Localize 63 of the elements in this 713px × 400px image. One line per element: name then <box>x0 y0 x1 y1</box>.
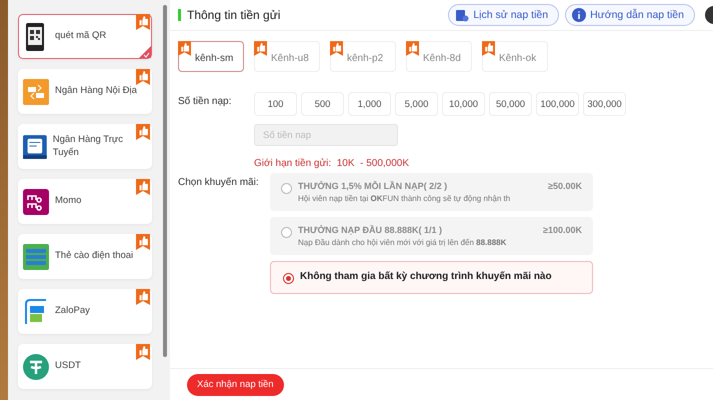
payment-method-item[interactable]: ZaloPay <box>18 289 152 334</box>
payment-method-label: Ngân Hàng Trực Tuyến <box>52 134 124 159</box>
promotion-title: Không tham gia bất kỳ chương trình khuyến mãi nào <box>300 271 553 282</box>
channel-tab[interactable]: Kênh-8d <box>406 41 472 72</box>
tether-coin-icon <box>23 354 49 380</box>
history-button[interactable]: Lịch sử nap tiền <box>448 4 560 26</box>
thumbs-up-badge-icon <box>406 41 419 56</box>
payment-method-label: USDT <box>55 360 82 373</box>
thumbs-up-badge-icon <box>136 234 150 250</box>
bank-transfer-icon <box>23 78 49 104</box>
clipboard-icon <box>455 8 470 22</box>
promotion-minimum: ≥100.00K <box>543 225 582 237</box>
promotion-title: THƯỞNG 1,5% MỖI LẦN NẠP( 2/2 ) <box>298 181 448 191</box>
payment-method-label: Thẻ cào điện thoai <box>55 250 134 263</box>
promotion-minimum: ≥50.00K <box>548 181 582 193</box>
amount-preset[interactable]: 100,000 <box>536 92 579 116</box>
promotion-description: Nạp Đầu dành cho hội viên mới với giá trị lên đến 88.888K <box>298 238 508 247</box>
amount-preset[interactable]: 1,000 <box>348 92 391 116</box>
promotion-option[interactable]: Không tham gia bất kỳ chương trình khuyến mãi nào <box>270 261 593 294</box>
amount-preset[interactable]: 10,000 <box>442 92 485 116</box>
promotion-description: Hội viên nạp tiền tại OKFUN thành công sẽ tự động nhận th <box>298 194 512 203</box>
thumbs-up-badge-icon <box>136 69 150 85</box>
payment-method-item[interactable]: Momo <box>18 179 152 224</box>
deposit-limit-text: Giới hạn tiền gửi: 10K - 500,000K <box>254 158 410 169</box>
amount-preset[interactable]: 500 <box>301 92 344 116</box>
payment-method-label: Ngân Hàng Nội Địa <box>55 85 138 98</box>
thumbs-up-badge-icon <box>136 289 150 305</box>
payment-method-label: quét mã QR <box>55 30 108 43</box>
thumbs-up-badge-icon <box>254 41 267 56</box>
channel-tab[interactable]: Kênh-u8 <box>254 41 320 72</box>
thumbs-up-badge-icon <box>136 124 150 140</box>
thumbs-up-badge-icon <box>136 344 150 360</box>
thumbs-up-badge-icon <box>136 14 150 30</box>
amount-preset[interactable]: 5,000 <box>395 92 438 116</box>
payment-method-item[interactable]: Thẻ cào điện thoai <box>18 234 152 279</box>
info-icon <box>572 8 586 22</box>
channel-tab[interactable]: kênh-p2 <box>330 41 396 72</box>
scratch-card-icon <box>23 244 49 270</box>
thumbs-up-badge-icon <box>482 41 495 56</box>
mobile-banking-icon <box>23 134 47 160</box>
amount-preset[interactable]: 50,000 <box>489 92 532 116</box>
thumbs-up-badge-icon <box>136 179 150 195</box>
amount-preset[interactable]: 300,000 <box>583 92 626 116</box>
thumbs-up-badge-icon <box>330 41 343 56</box>
amount-preset[interactable]: 100 <box>254 92 297 116</box>
guide-button[interactable]: Hướng dẫn nap tiền <box>565 4 695 26</box>
payment-method-label: Momo <box>55 195 82 208</box>
check-corner-icon <box>139 46 151 58</box>
channel-tab[interactable]: Kênh-ok <box>482 41 548 72</box>
payment-method-item[interactable]: quét mã QR <box>18 14 152 59</box>
section-title: Thông tin tiền gửi <box>187 8 282 22</box>
channel-tab[interactable]: kênh-sm <box>178 41 244 72</box>
payment-method-item[interactable]: Ngân Hàng Trực Tuyến <box>18 124 152 169</box>
amount-label: Số tiền nạp: <box>178 95 232 109</box>
payment-method-label: ZaloPay <box>55 305 91 318</box>
payment-method-item[interactable]: USDT <box>18 344 152 389</box>
radio-button[interactable] <box>283 273 294 284</box>
payment-method-item[interactable]: Ngân Hàng Nội Địa <box>18 69 152 114</box>
thumbs-up-badge-icon <box>178 41 191 56</box>
promotion-title: THƯỞNG NẠP ĐẦU 88.888K( 1/1 ) <box>298 225 444 235</box>
confirm-deposit-button[interactable]: Xác nhận nap tiền <box>187 374 284 396</box>
zalopay-logo-icon <box>23 298 49 326</box>
momo-logo-icon <box>23 188 49 214</box>
